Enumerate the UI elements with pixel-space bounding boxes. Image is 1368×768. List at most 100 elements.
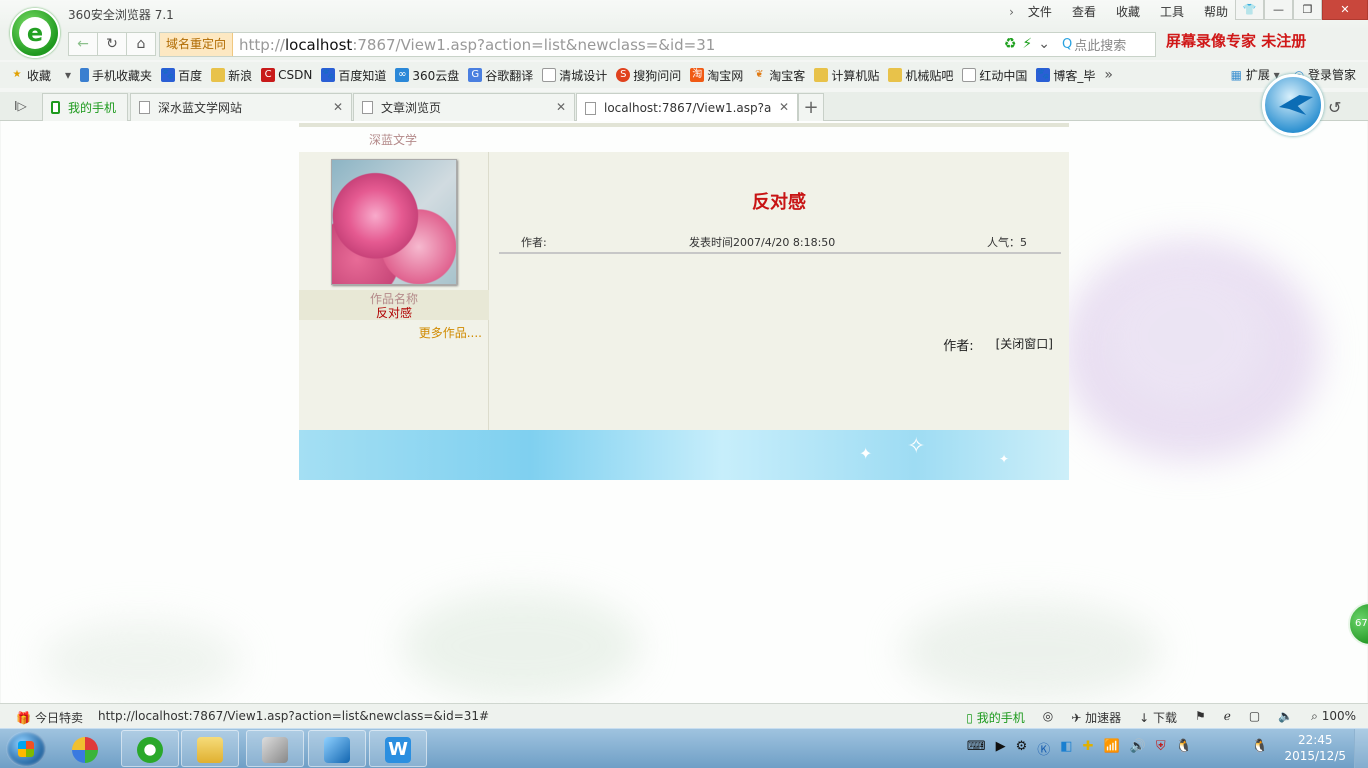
- daily-deals-button[interactable]: 🎁 今日特卖: [16, 709, 83, 726]
- my-phone-button[interactable]: ▯ 我的手机: [966, 709, 1024, 726]
- taskbar-app-colors[interactable]: [56, 730, 114, 767]
- show-desktop-button[interactable]: [1354, 729, 1368, 768]
- bookmark-hongdong[interactable]: 红动中国: [962, 67, 1027, 84]
- bookmarks-more-button[interactable]: »: [1104, 67, 1113, 83]
- tray-k-icon[interactable]: Ⓚ: [1037, 739, 1050, 758]
- search-input[interactable]: Q 点此搜索: [1058, 32, 1156, 57]
- url-prefix: http://: [239, 35, 285, 54]
- bookmark-csdn[interactable]: C CSDN: [261, 68, 312, 82]
- bookmark-baidu-zhidao[interactable]: 🐾 百度知道: [321, 67, 386, 84]
- page-icon: [362, 101, 373, 114]
- zoom-control[interactable]: ⌕ 100%: [1311, 709, 1356, 726]
- tab-my-phone[interactable]: 我的手机: [42, 93, 128, 121]
- bookmark-google-translate[interactable]: G 谷歌翻译: [468, 67, 533, 84]
- main-menu: › 文件 查看 收藏 工具 帮助: [999, 4, 1238, 20]
- browser-logo-icon[interactable]: e: [10, 8, 60, 58]
- tab-article-browse[interactable]: 文章浏览页 ✕: [353, 93, 575, 121]
- bird-mascot-icon[interactable]: [1262, 74, 1324, 136]
- bookmark-sina[interactable]: 新浪: [211, 67, 252, 84]
- menu-tools[interactable]: 工具: [1150, 4, 1194, 20]
- bookmark-mechanical[interactable]: 机械贴吧: [888, 67, 953, 84]
- clock-time: 22:45: [1297, 733, 1333, 747]
- taskbar-bird-app[interactable]: [308, 730, 366, 767]
- sidebar-toggle-icon[interactable]: I▷: [14, 99, 27, 113]
- tray-app-icon[interactable]: ⚙: [1016, 739, 1028, 758]
- site-name[interactable]: 深蓝文学: [369, 131, 419, 148]
- work-name[interactable]: 反对感: [299, 306, 489, 320]
- taskbar-explorer[interactable]: [181, 730, 239, 767]
- cleanup-icon[interactable]: ◎: [1043, 709, 1053, 726]
- play-icon[interactable]: ▶: [996, 739, 1006, 758]
- close-window-link[interactable]: [关闭窗口]: [996, 335, 1053, 354]
- security-icon[interactable]: ♻: [1004, 36, 1017, 52]
- volume-icon[interactable]: 🔊: [1130, 739, 1146, 758]
- bookmark-taobao[interactable]: 淘淘宝网: [690, 67, 743, 84]
- publish-time: 发表时间2007/4/20 8:18:50: [689, 236, 836, 249]
- work-thumbnail[interactable]: [331, 159, 457, 285]
- skin-icon[interactable]: 👕: [1235, 0, 1264, 20]
- wps-icon: W: [385, 737, 411, 763]
- network-icon[interactable]: 📶: [1103, 739, 1119, 758]
- flag-icon[interactable]: ⚑: [1195, 709, 1206, 726]
- url-text[interactable]: http://localhost:7867/View1.asp?action=l…: [233, 36, 715, 54]
- accelerator-button[interactable]: ✈ 加速器: [1071, 709, 1121, 726]
- refresh-button[interactable]: ↻: [97, 32, 127, 56]
- start-button[interactable]: [6, 731, 46, 767]
- tray-plus-icon[interactable]: ✚: [1083, 739, 1094, 758]
- tab-shenshuilan[interactable]: 深水蓝文学网站 ✕: [130, 93, 352, 121]
- qq-icon[interactable]: 🐧: [1176, 739, 1192, 758]
- qq-icon[interactable]: 🐧: [1252, 739, 1268, 758]
- new-tab-button[interactable]: +: [798, 93, 824, 121]
- dropdown-icon[interactable]: ⌄: [1038, 36, 1050, 52]
- article-main: 反对感 作者: 发表时间2007/4/20 8:18:50 人气：5 作者: […: [489, 152, 1069, 430]
- taskbar-wps[interactable]: W: [369, 730, 427, 767]
- tab-localhost-active[interactable]: localhost:7867/View1.asp?ac ✕: [576, 93, 798, 122]
- taskbar-tools[interactable]: [246, 730, 304, 767]
- back-button[interactable]: ←: [68, 32, 98, 56]
- tray-security-icon[interactable]: ⛨: [1156, 739, 1166, 758]
- download-button[interactable]: ↓ 下载: [1139, 709, 1177, 726]
- bookmark-baidu[interactable]: 🐾 百度: [161, 67, 202, 84]
- volume-icon[interactable]: 🔈: [1278, 709, 1293, 726]
- restore-tab-icon[interactable]: ↺: [1328, 98, 1341, 117]
- windows-taskbar: W ⌨ ▶ ⚙ Ⓚ ◧ ✚ 📶 🔊 ⛨ 🐧 🐧 22:45 2015/12/5: [0, 728, 1368, 768]
- address-bar[interactable]: 域名重定向 http://localhost:7867/View1.asp?ac…: [159, 32, 1059, 57]
- minimize-button[interactable]: —: [1264, 0, 1293, 20]
- bookmark-favorites[interactable]: ★ 收藏 ▾: [10, 67, 72, 84]
- chevron-down-icon[interactable]: ▾: [65, 68, 71, 82]
- work-sidebar: 作品名称 反对感 更多作品....: [299, 152, 489, 430]
- speed-mode-icon[interactable]: ⚡: [1022, 36, 1032, 52]
- bookmark-label: 新浪: [228, 68, 253, 83]
- home-button[interactable]: ⌂: [126, 32, 156, 56]
- close-button[interactable]: ✕: [1322, 0, 1368, 20]
- keyboard-icon[interactable]: ⌨: [967, 739, 986, 758]
- ie-mode-icon[interactable]: ℯ: [1224, 709, 1231, 726]
- close-icon[interactable]: ✕: [779, 100, 789, 114]
- window-icon[interactable]: ▢: [1249, 709, 1260, 726]
- close-icon[interactable]: ✕: [556, 100, 566, 114]
- system-clock[interactable]: 22:45 2015/12/5: [1284, 732, 1346, 764]
- menu-favorites[interactable]: 收藏: [1106, 4, 1150, 20]
- page-icon: [962, 68, 977, 82]
- menu-file[interactable]: 文件: [1018, 4, 1062, 20]
- bookmark-computer[interactable]: 计算机贴: [814, 67, 879, 84]
- bookmark-mobile[interactable]: 手机收藏夹: [80, 67, 152, 84]
- background-flower: [41, 621, 241, 701]
- taskbar-360-browser[interactable]: [121, 730, 179, 767]
- bookmark-360-cloud[interactable]: ∞ 360云盘: [395, 67, 459, 84]
- close-icon[interactable]: ✕: [333, 100, 343, 114]
- more-works-link[interactable]: 更多作品....: [419, 324, 482, 341]
- bookmark-qingcheng[interactable]: 清城设计: [542, 67, 607, 84]
- bookmark-blog[interactable]: 🐾 博客_毕: [1036, 67, 1095, 84]
- menu-view[interactable]: 查看: [1062, 4, 1106, 20]
- bookmark-taobaoke[interactable]: ❦ 淘宝客: [752, 67, 805, 84]
- tab-bar: I▷ 我的手机 深水蓝文学网站 ✕ 文章浏览页 ✕ localhost:7867…: [0, 92, 1368, 122]
- tray-shield-icon[interactable]: ◧: [1060, 739, 1072, 758]
- bookmark-sogou[interactable]: S 搜狗问问: [616, 67, 681, 84]
- menu-help[interactable]: 帮助: [1194, 4, 1238, 20]
- download-label: 下载: [1152, 711, 1177, 725]
- maximize-button[interactable]: ❐: [1293, 0, 1322, 20]
- my-phone-label: 我的手机: [976, 711, 1025, 725]
- star-icon: ★: [12, 69, 22, 80]
- menu-arrow-icon[interactable]: ›: [999, 4, 1018, 20]
